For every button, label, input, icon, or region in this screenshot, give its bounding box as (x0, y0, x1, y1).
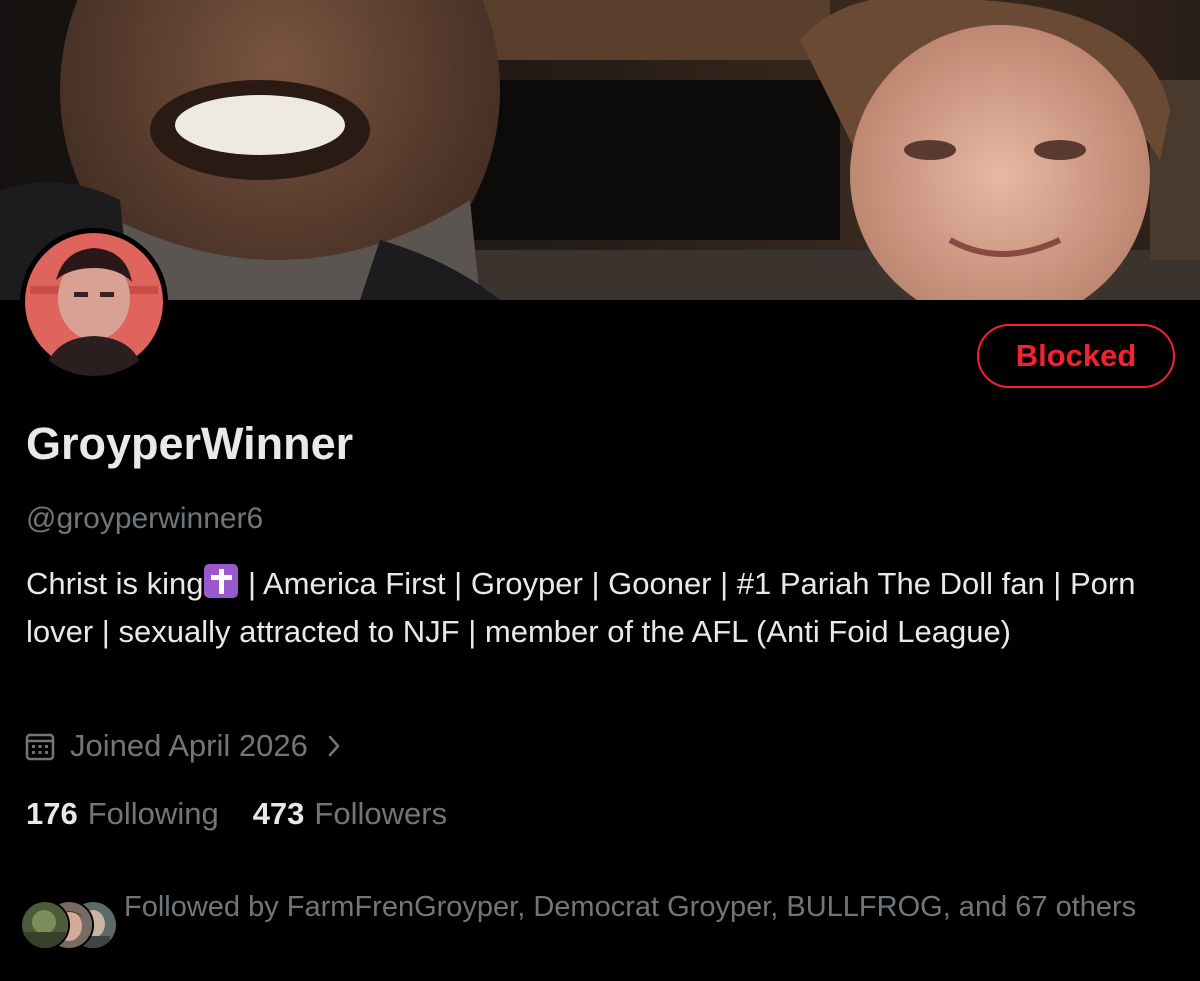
profile-avatar[interactable] (20, 228, 168, 376)
follower-avatar (20, 900, 70, 950)
followers-link[interactable]: 473 Followers (253, 796, 447, 832)
joined-date-row[interactable]: Joined April 2026 (24, 728, 342, 764)
following-label: Following (87, 796, 219, 831)
latin-cross-icon (204, 564, 239, 598)
calendar-icon (24, 730, 56, 762)
profile-stats: 176 Following 473 Followers (26, 796, 481, 832)
following-count: 176 (26, 796, 78, 831)
profile-handle: @groyperwinner6 (26, 502, 264, 535)
profile-banner-image[interactable] (0, 0, 1200, 300)
profile-display-name: GroyperWinner (26, 418, 354, 469)
followed-by-avatars (20, 900, 118, 960)
followed-by-text: Followed by FarmFrenGroyper, Democrat Gr… (124, 891, 1137, 923)
bio-text-start: Christ is king (26, 566, 204, 601)
chevron-right-icon (326, 733, 342, 759)
following-link[interactable]: 176 Following (26, 796, 219, 832)
blocked-button[interactable]: Blocked (977, 324, 1175, 388)
profile-bio: Christ is king | America First | Groyper… (26, 560, 1176, 656)
followed-by-row[interactable]: Followed by FarmFrenGroyper, Democrat Gr… (20, 886, 1180, 960)
joined-date-text: Joined April 2026 (70, 728, 308, 763)
followers-label: Followers (314, 796, 448, 831)
followers-count: 473 (252, 796, 305, 831)
